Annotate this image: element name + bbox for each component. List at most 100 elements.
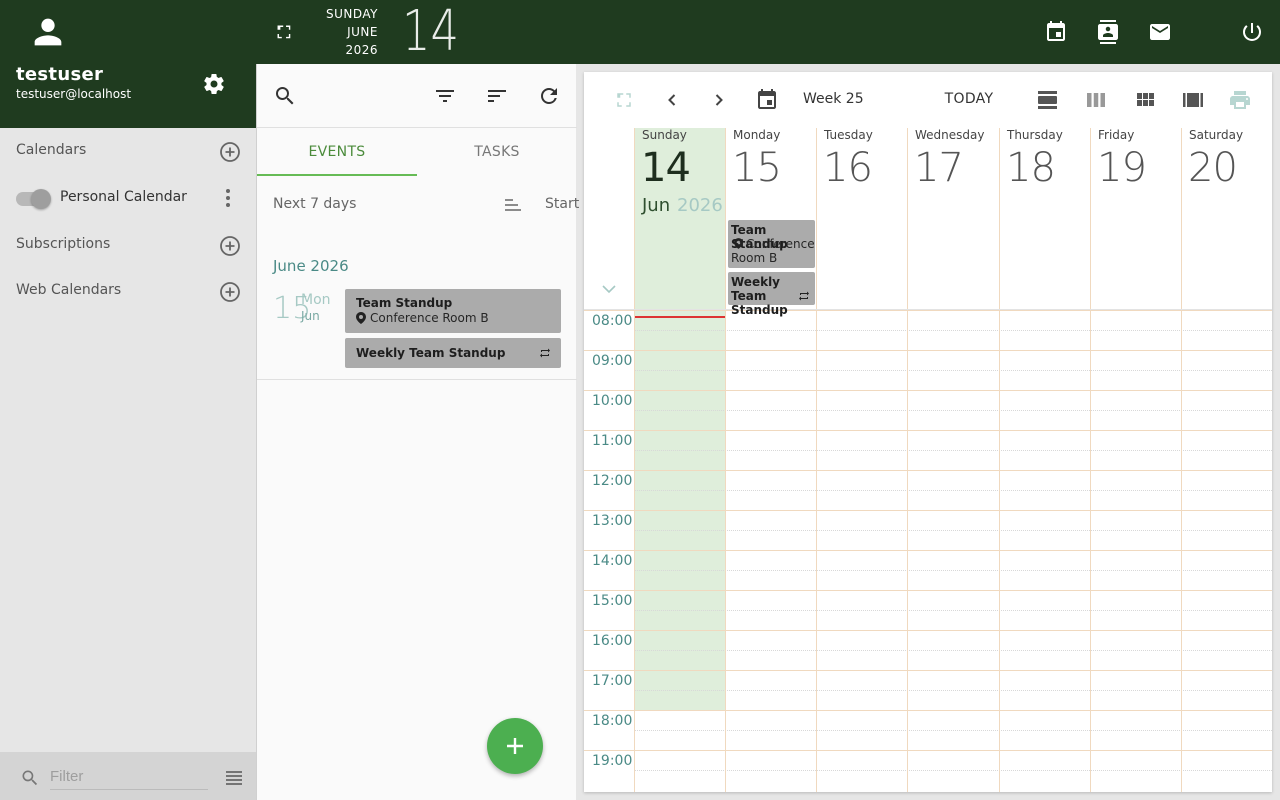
sidebar-section-web-calendars: Web Calendars [0, 270, 256, 310]
hour-label: 13:00 [592, 513, 633, 529]
day-number: 20 [1188, 145, 1238, 191]
list-event[interactable]: Team Standup Conference Room B [345, 289, 561, 333]
current-weekday: SUNDAY [325, 7, 378, 21]
search-icon [20, 768, 40, 788]
calendar-icon[interactable] [1044, 20, 1068, 44]
personal-calendar-toggle[interactable] [16, 189, 52, 209]
add-circle-icon[interactable] [219, 141, 241, 163]
hour-label: 10:00 [592, 393, 633, 409]
view-week-icon[interactable] [1084, 88, 1108, 112]
filter-input[interactable] [50, 764, 208, 790]
calendar-toolbar: Week 25 TODAY [584, 72, 1272, 128]
month-heading: June 2026 [273, 257, 349, 275]
day-column-thursday[interactable]: Thursday 18 [999, 128, 1090, 792]
day-column-friday[interactable]: Friday 19 [1090, 128, 1181, 792]
print-icon[interactable] [1228, 88, 1252, 112]
hour-label: 16:00 [592, 633, 633, 649]
sort-icon [505, 199, 521, 211]
web-calendars-label: Web Calendars [16, 282, 122, 298]
calendar-event[interactable]: Weekly Team Standup [728, 272, 815, 317]
hour-label: 11:00 [592, 433, 633, 449]
add-event-button[interactable] [487, 718, 543, 774]
subscriptions-label: Subscriptions [16, 236, 111, 252]
group-weekday: Mon [301, 292, 331, 308]
tab-events[interactable]: EVENTS [257, 128, 417, 176]
event-location-text: Conference Room B [731, 237, 815, 265]
calendar-item-personal[interactable]: Personal Calendar [60, 189, 187, 205]
view-module-icon[interactable] [1181, 88, 1205, 112]
contacts-icon[interactable] [1096, 20, 1120, 44]
tab-tasks[interactable]: TASKS [417, 128, 577, 176]
hour-label: 15:00 [592, 593, 633, 609]
power-icon[interactable] [1240, 20, 1264, 44]
event-list-pane: EVENTS TASKS Next 7 days Start June 2026… [256, 64, 579, 800]
search-icon[interactable] [273, 84, 297, 108]
current-time-indicator [635, 316, 725, 318]
sort-label: Start [545, 196, 580, 212]
range-label[interactable]: Next 7 days [273, 196, 356, 212]
user-name: testuser [16, 64, 104, 85]
allday-divider [584, 309, 1272, 310]
day-number: 16 [823, 145, 873, 191]
list-separator [257, 379, 577, 380]
gear-icon[interactable] [202, 72, 226, 96]
day-column-saturday[interactable]: Saturday 20 [1181, 128, 1272, 792]
add-circle-icon[interactable] [219, 235, 241, 257]
event-title: Weekly Team Standup [731, 275, 788, 317]
calendar-event[interactable]: Team Standup Conference Room B [728, 220, 815, 268]
location-pin-icon [356, 312, 366, 324]
day-column-tuesday[interactable]: Tuesday 16 [816, 128, 907, 792]
event-location-text: Conference Room B [370, 311, 489, 325]
sort-start-button[interactable]: Start [503, 194, 579, 216]
list-toolbar [257, 64, 577, 128]
filter-bar [0, 752, 256, 800]
top-bar: SUNDAY JUNE 2026 14 [256, 0, 1280, 64]
refresh-icon[interactable] [537, 84, 561, 108]
day-column-wednesday[interactable]: Wednesday 17 [907, 128, 999, 792]
plus-icon [507, 738, 523, 754]
day-name: Tuesday [824, 128, 873, 142]
hour-label: 08:00 [592, 313, 633, 329]
fullscreen-icon[interactable] [612, 88, 636, 112]
sort-icon[interactable] [485, 84, 509, 108]
hour-label: 19:00 [592, 753, 633, 769]
calendar-pane: Week 25 TODAY 08:00 09:00 10:00 11:00 12:00 1… [584, 72, 1272, 792]
day-number: 18 [1006, 145, 1056, 191]
hour-label: 12:00 [592, 473, 633, 489]
repeat-icon [798, 290, 810, 302]
current-day-number: 14 [402, 0, 460, 64]
chevron-down-icon[interactable] [600, 282, 618, 296]
filter-icon[interactable] [433, 84, 457, 108]
hour-label: 17:00 [592, 673, 633, 689]
day-number: 17 [914, 145, 964, 191]
current-month: JUNE [347, 25, 378, 39]
list-event[interactable]: Weekly Team Standup [345, 338, 561, 368]
week-label: Week 25 [803, 91, 864, 107]
mail-icon[interactable] [1148, 20, 1172, 44]
sidebar-section-subscriptions: Subscriptions [0, 224, 256, 264]
list-tabs: EVENTS TASKS [257, 128, 577, 176]
list-icon[interactable] [224, 768, 244, 788]
user-email: testuser@localhost [16, 87, 132, 101]
chevron-left-icon[interactable] [660, 88, 684, 112]
fullscreen-icon[interactable] [274, 22, 294, 42]
day-number: 14 [641, 145, 691, 191]
calendars-label: Calendars [16, 142, 87, 158]
event-title: Team Standup [356, 296, 453, 310]
day-number: 19 [1097, 145, 1147, 191]
day-column-sunday[interactable]: Sunday 14 Jun 2026 [634, 128, 725, 792]
chevron-right-icon[interactable] [707, 88, 731, 112]
hour-label: 18:00 [592, 713, 633, 729]
view-month-icon[interactable] [1133, 88, 1157, 112]
add-circle-icon[interactable] [219, 281, 241, 303]
group-month: Jun [301, 309, 320, 323]
today-year: 2026 [677, 195, 723, 216]
current-date: SUNDAY JUNE 2026 [326, 5, 378, 59]
calendar-icon[interactable] [755, 88, 779, 112]
day-name: Monday [733, 128, 781, 142]
more-vert-icon[interactable] [218, 187, 238, 209]
current-year: 2026 [345, 43, 378, 57]
today-button[interactable]: TODAY [940, 84, 998, 114]
view-day-icon[interactable] [1036, 88, 1060, 112]
day-number: 15 [732, 145, 782, 191]
